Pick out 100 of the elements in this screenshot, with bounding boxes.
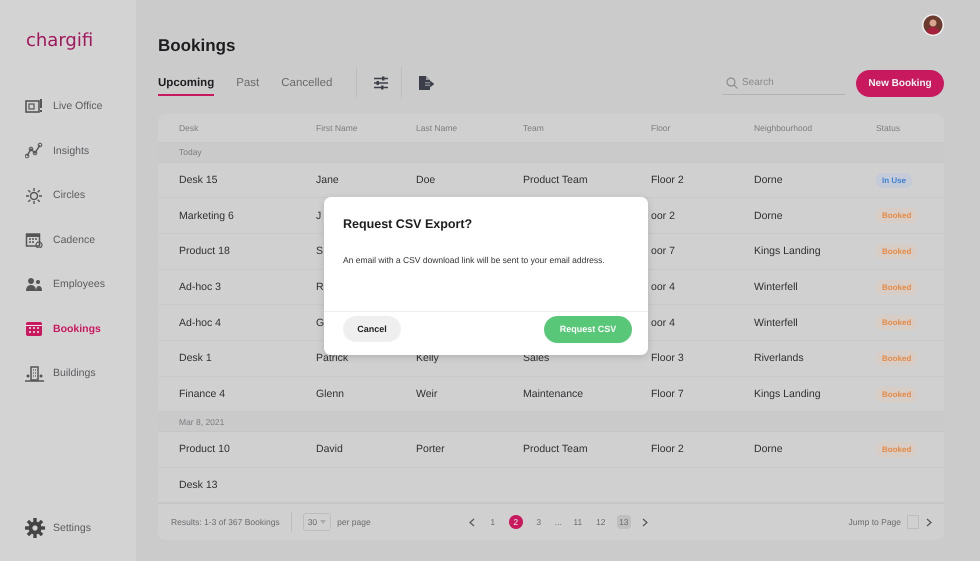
table-cell: Product Team	[523, 443, 588, 456]
sidebar-item[interactable]: Live Office	[25, 95, 102, 117]
table-cell: Desk 15	[179, 174, 218, 186]
table-cell: Weir	[416, 388, 438, 400]
status-badge: Booked	[876, 386, 918, 402]
per-page-label: per page	[337, 517, 371, 528]
caret-icon	[320, 520, 326, 524]
settings-icon	[25, 518, 45, 538]
jump-to-page-label: Jump to Page	[848, 517, 901, 528]
sliders-icon	[373, 76, 390, 90]
status-badge: Booked	[876, 280, 918, 295]
cancel-button[interactable]: Cancel	[343, 316, 401, 342]
table-cell: Glenn	[316, 388, 344, 400]
ellipsis: ...	[554, 517, 562, 528]
status-badge: Booked	[876, 315, 918, 330]
table-cell: Product 10	[179, 443, 230, 456]
sidebar-item[interactable]: Employees	[25, 273, 105, 295]
table-cell: Kings Landing	[754, 388, 821, 400]
page-button[interactable]: 1	[486, 515, 500, 530]
table-cell: Patrick	[316, 352, 348, 364]
status-badge: In Use	[876, 172, 912, 188]
table-cell: Kings Landing	[754, 245, 821, 258]
table-cell: R	[316, 281, 324, 294]
table-cell: Doe	[416, 174, 436, 186]
table-cell: David	[316, 443, 343, 456]
column-header: Desk	[179, 123, 200, 134]
go-button[interactable]	[924, 516, 934, 529]
sidebar-item[interactable]: Circles	[25, 184, 86, 206]
sidebar-item[interactable]: Cadence	[25, 228, 96, 250]
tab[interactable]: Upcoming	[158, 70, 214, 96]
table-cell: Finance 4	[179, 388, 226, 400]
calendar-icon	[25, 231, 44, 248]
column-header: Neighbourhood	[754, 123, 814, 134]
tab[interactable]: Past	[236, 70, 260, 96]
previous-page-button[interactable]	[466, 516, 477, 529]
buildings-icon	[25, 364, 44, 382]
column-header: Status	[876, 123, 902, 134]
dialog-message: An email with a CSV download link will be sent to your email address.	[343, 254, 606, 267]
chevron-left-icon	[468, 518, 475, 527]
logo: chargifi	[26, 30, 94, 51]
file-export-icon	[418, 75, 434, 91]
sun-icon	[25, 186, 44, 204]
table-cell: Desk 1	[179, 352, 212, 364]
status-badge: Booked	[876, 208, 918, 224]
table-cell: Product Team	[523, 174, 588, 186]
group-label: Today	[179, 147, 202, 158]
table-cell: Winterfell	[754, 316, 798, 329]
page-button[interactable]: 12	[594, 515, 608, 530]
table-cell: Desk 13	[179, 479, 218, 492]
new-booking-button[interactable]: New Booking	[856, 70, 944, 96]
table-cell: oor 7	[651, 245, 675, 258]
column-header: Team	[523, 123, 545, 134]
page-button[interactable]: 3	[532, 515, 546, 530]
table-cell: oor 4	[651, 316, 675, 329]
page-button[interactable]: 11	[570, 515, 585, 530]
column-header: Floor	[651, 123, 672, 134]
table-cell: Floor 3	[651, 352, 684, 364]
status-badge: Booked	[876, 350, 918, 366]
column-header: Last Name	[416, 123, 458, 134]
sidebar-item[interactable]: Buildings	[25, 362, 96, 384]
table-cell: Ad-hoc 4	[179, 316, 222, 329]
table-cell: Marketing 6	[179, 210, 234, 222]
search-icon	[726, 77, 738, 89]
search-field[interactable]: Search	[722, 71, 845, 95]
page-button[interactable]: 13	[616, 515, 631, 530]
sidebar-item[interactable]: Bookings	[25, 318, 101, 340]
per-page-select[interactable]: 30	[302, 513, 332, 532]
tab[interactable]: Cancelled	[281, 70, 332, 96]
status-badge: Booked	[876, 442, 918, 457]
table-cell: Dorne	[754, 210, 783, 222]
settings-item[interactable]: Settings	[25, 517, 91, 539]
table-cell: Riverlands	[754, 352, 804, 364]
table-cell: Jane	[316, 174, 339, 186]
table-cell: Dorne	[754, 443, 783, 456]
table-cell: Maintenance	[523, 388, 584, 400]
export-button[interactable]	[416, 73, 436, 93]
sidebar-item[interactable]: Insights	[25, 140, 90, 162]
column-header: First Name	[316, 123, 359, 134]
table-cell: Floor 7	[651, 388, 684, 400]
page-title: Bookings	[158, 36, 236, 56]
table-cell: J	[316, 210, 322, 222]
table-cell: G	[316, 316, 324, 329]
calendar-icon	[25, 320, 44, 337]
line-chart-icon	[25, 142, 44, 159]
status-badge: Booked	[876, 244, 918, 259]
group-label: Mar 8, 2021	[179, 416, 224, 427]
table-cell: S	[316, 245, 324, 258]
dialog-title: Request CSV Export?	[343, 217, 472, 231]
table-cell: Ad-hoc 3	[179, 281, 222, 294]
table-cell: Porter	[416, 443, 445, 456]
page-button[interactable]: 2	[508, 515, 523, 530]
table-cell: Winterfell	[754, 281, 798, 294]
monitor-icon	[25, 98, 44, 114]
table-cell: Product 18	[179, 245, 230, 258]
chevron-right-icon	[926, 518, 932, 527]
people-icon	[25, 276, 44, 292]
avatar	[922, 14, 944, 36]
table-cell: oor 4	[651, 281, 675, 294]
results-count: Results: 1-3 of 367 Bookings	[171, 517, 280, 528]
chevron-right-icon	[642, 518, 648, 527]
